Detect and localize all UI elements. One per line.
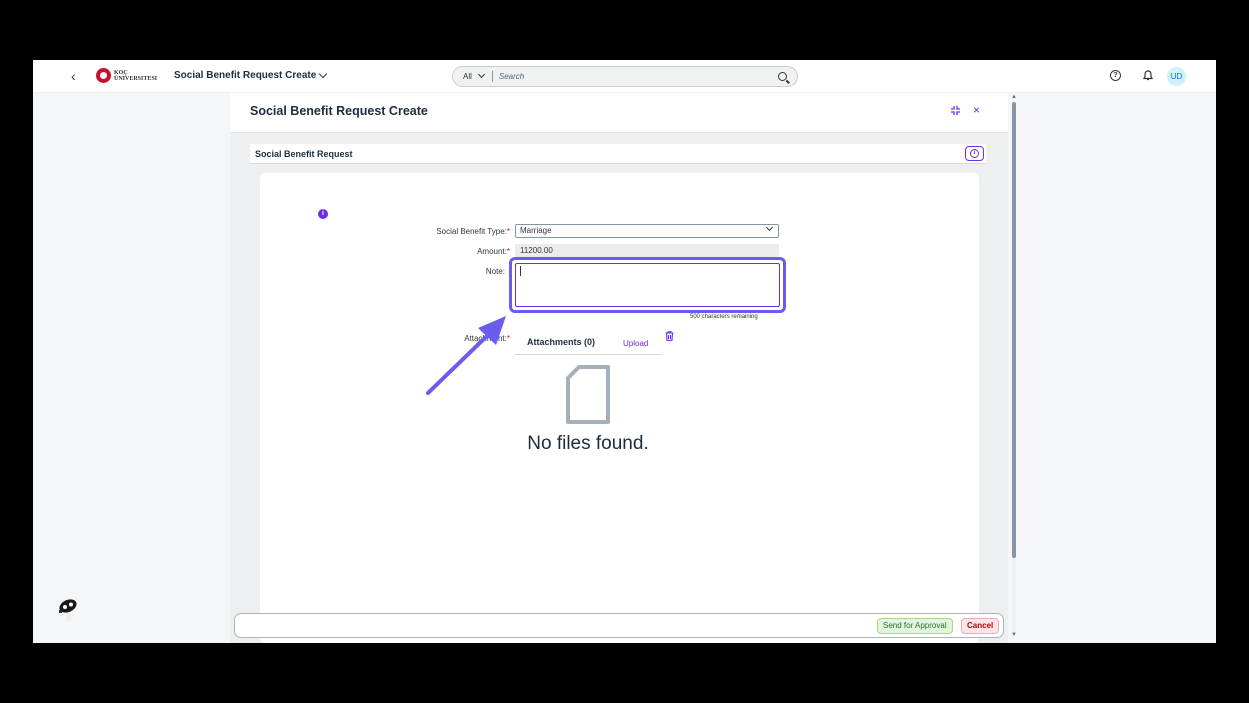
empty-state-text: No files found. [527, 433, 649, 454]
empty-file-icon [566, 365, 610, 424]
info-icon[interactable]: i [318, 209, 328, 219]
required-marker: * [506, 227, 510, 236]
logo-line2: ÜNIVERSITESI [114, 75, 158, 82]
attachment-label: Attachment:* [464, 334, 510, 343]
cancel-button[interactable]: Cancel [961, 618, 1000, 634]
search-divider [491, 71, 493, 82]
back-icon[interactable]: ‹ [71, 68, 76, 84]
scroll-thumb[interactable] [1012, 102, 1016, 558]
amount-field[interactable]: 11200.00 [515, 244, 779, 258]
search-icon[interactable] [778, 72, 787, 81]
assistant-bot-icon[interactable] [55, 597, 81, 623]
university-logo[interactable]: KOÇ ÜNIVERSITESI [96, 68, 157, 83]
app-title: Social Benefit Request Create [174, 70, 317, 81]
note-highlight-box [509, 257, 786, 313]
search-scope-select[interactable]: All [463, 70, 485, 81]
required-marker: * [506, 247, 510, 256]
upload-button[interactable]: Upload [623, 339, 648, 348]
benefit-type-value: Marriage [520, 226, 552, 235]
scroll-down-icon[interactable]: ▼ [1011, 632, 1017, 638]
attachments-title[interactable]: Attachments (0) [527, 337, 595, 347]
info-icon: i [970, 149, 979, 158]
help-icon[interactable]: ? [1110, 70, 1121, 81]
dialog-scrollbar[interactable]: ▲ ▼ [1011, 94, 1017, 640]
search-input[interactable]: Search [499, 72, 778, 81]
note-label: Note: [485, 267, 505, 276]
app-screen: ‹ KOÇ ÜNIVERSITESI Social Benefit Reques… [33, 60, 1216, 643]
dialog-header: Social Benefit Request Create × [230, 93, 1008, 133]
close-icon[interactable]: × [973, 103, 980, 117]
create-dialog: Social Benefit Request Create × Social B… [230, 93, 1008, 643]
avatar[interactable]: UD [1167, 67, 1186, 86]
section-title: Social Benefit Request [255, 149, 353, 159]
chevron-down-icon [765, 223, 774, 232]
bell-icon[interactable] [1142, 70, 1154, 84]
search-bar: All Search [452, 66, 798, 87]
attachments-tab: Attachments (0) Upload [515, 331, 662, 355]
app-title-menu[interactable]: Social Benefit Request Create [174, 69, 328, 81]
trash-icon[interactable] [665, 331, 674, 344]
info-button[interactable]: i [965, 146, 984, 161]
type-label: Social Benefit Type:* [436, 227, 510, 236]
section-header: Social Benefit Request i [250, 144, 986, 164]
amount-label: Amount:* [477, 247, 510, 256]
form-card: i Social Benefit Type:* Marriage Amount:… [260, 173, 979, 643]
benefit-type-select[interactable]: Marriage [515, 223, 779, 238]
note-textarea[interactable] [515, 263, 780, 307]
required-marker: * [506, 334, 510, 343]
note-remaining-counter: 500 characters remaining [690, 314, 758, 320]
text-caret [520, 266, 521, 276]
shell-bar: ‹ KOÇ ÜNIVERSITESI Social Benefit Reques… [33, 60, 1216, 93]
chevron-down-icon [477, 70, 485, 79]
exit-fullscreen-icon[interactable] [950, 105, 961, 119]
send-for-approval-button[interactable]: Send for Approval [877, 618, 953, 634]
chevron-down-icon [319, 69, 328, 78]
dialog-title: Social Benefit Request Create [250, 104, 428, 118]
scroll-up-icon[interactable]: ▲ [1011, 94, 1017, 100]
search-scope-value: All [463, 72, 472, 81]
dialog-footer: Send for Approval Cancel [234, 613, 1004, 638]
logo-mark-icon [96, 68, 111, 83]
